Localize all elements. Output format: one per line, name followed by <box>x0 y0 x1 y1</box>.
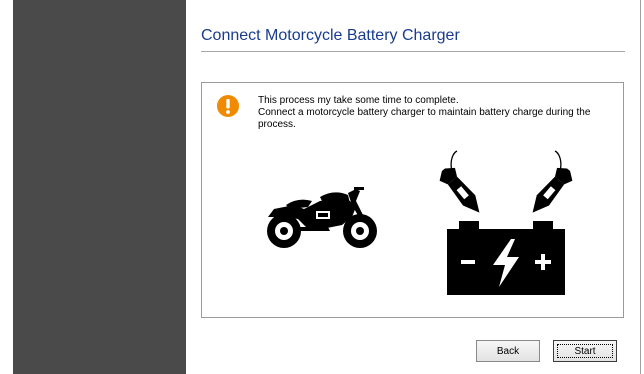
title-divider <box>201 51 625 52</box>
page-title: Connect Motorcycle Battery Charger <box>201 27 460 44</box>
motorcycle-icon <box>267 187 377 248</box>
sidebar <box>13 0 186 374</box>
info-message: This process my take some time to comple… <box>258 95 608 131</box>
message-line-1: This process my take some time to comple… <box>258 95 459 106</box>
warning-icon <box>217 95 239 117</box>
start-button[interactable]: Start <box>553 340 617 362</box>
content-panel: This process my take some time to comple… <box>201 82 624 318</box>
window-left-margin <box>0 0 13 374</box>
battery-charger-icon <box>439 150 573 295</box>
window-edge <box>640 0 641 374</box>
message-line-2: Connect a motorcycle battery charger to … <box>258 107 591 130</box>
focus-indicator <box>557 344 613 358</box>
back-button[interactable]: Back <box>476 340 540 362</box>
